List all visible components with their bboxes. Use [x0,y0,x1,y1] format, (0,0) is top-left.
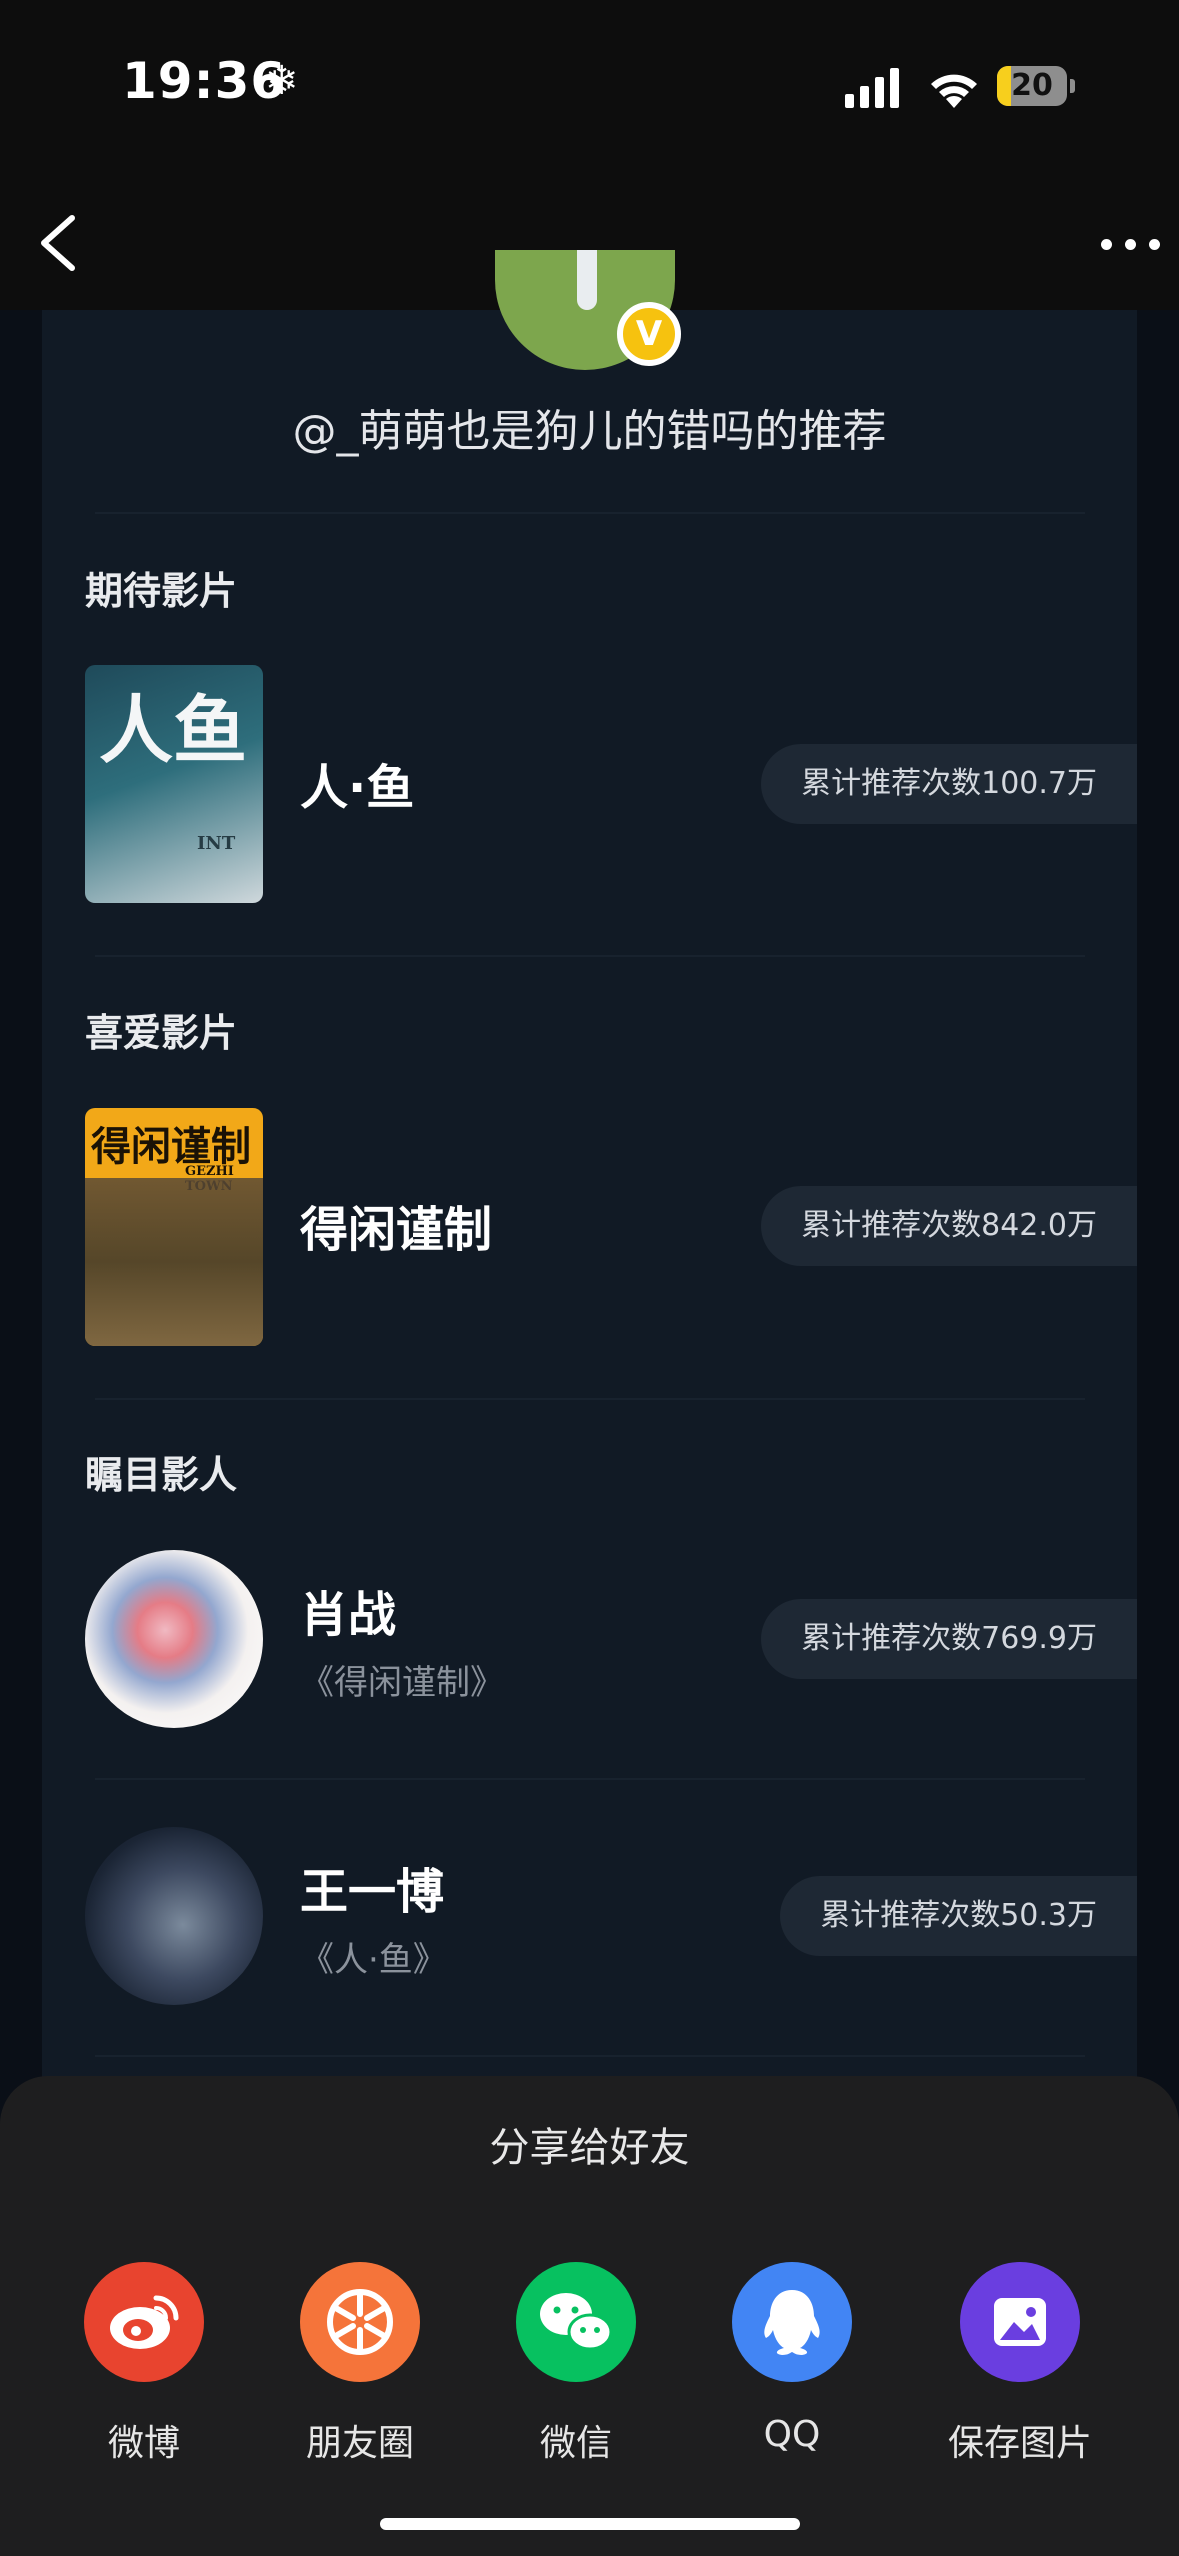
poster-subtitle-text: INT [197,833,236,854]
share-qq-button[interactable]: QQ [717,2262,867,2455]
share-weibo-button[interactable]: 微博 [69,2262,219,2466]
recommend-count: 累计推荐次数842.0万 [761,1186,1137,1266]
save-image-icon [960,2262,1080,2382]
page-title: @_萌萌也是狗儿的错吗的推荐 [292,406,887,457]
wechat-icon [516,2262,636,2382]
recommend-count: 累计推荐次数769.9万 [761,1599,1137,1679]
section-title-favorite: 喜爱影片 [85,1011,238,1055]
status-time: 19:36 [122,52,287,110]
poster-dexian[interactable]: 得闲谨制 GEZHI TOWN [85,1108,263,1346]
movie-title[interactable]: 人·鱼 [300,748,414,818]
wifi-icon [931,74,977,108]
person-work: 《得闲谨制》 [300,1663,504,1703]
moments-icon [300,2262,420,2382]
avatar[interactable] [85,1550,263,1728]
home-indicator[interactable] [380,2518,800,2530]
cellular-signal-icon [845,68,899,108]
person-name[interactable]: 肖战 [300,1575,396,1645]
recommend-count: 累计推荐次数50.3万 [780,1876,1137,1956]
weibo-icon [84,2262,204,2382]
person-name[interactable]: 王一博 [300,1852,444,1922]
avatar[interactable] [85,1827,263,2005]
snowflake-icon: ❄ [265,58,299,104]
poster-title-text: 人鱼 [99,688,247,774]
battery-indicator: 20 [997,66,1077,108]
divider [95,512,1085,514]
divider [95,1398,1085,1400]
divider [95,955,1085,957]
divider [95,2055,1085,2057]
section-title-expected: 期待影片 [85,569,238,613]
divider [95,1778,1085,1780]
movie-title[interactable]: 得闲谨制 [300,1190,492,1260]
verified-badge-icon: V [617,302,681,366]
share-save-image-button[interactable]: 保存图片 [945,2262,1095,2466]
share-title: 分享给好友 [489,2125,690,2171]
recommend-count: 累计推荐次数100.7万 [761,744,1137,824]
person-work: 《人·鱼》 [300,1940,447,1980]
section-title-people: 瞩目影人 [85,1453,238,1497]
more-button[interactable] [1095,225,1165,265]
share-wechat-button[interactable]: 微信 [501,2262,651,2466]
poster-renyu[interactable]: 人鱼 INT [85,665,263,903]
share-moments-button[interactable]: 朋友圈 [285,2262,435,2466]
back-button[interactable] [28,208,88,278]
qq-icon [732,2262,852,2382]
